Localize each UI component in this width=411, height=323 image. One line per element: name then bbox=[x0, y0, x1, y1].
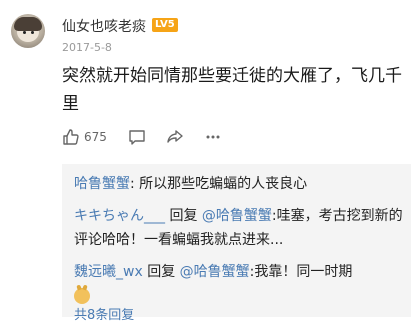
comment-username[interactable]: 仙女也咳老痰 bbox=[62, 16, 146, 36]
like-count: 675 bbox=[84, 130, 107, 144]
more-button[interactable] bbox=[204, 128, 222, 146]
user-avatar[interactable] bbox=[11, 14, 45, 48]
reply-item[interactable]: キキちゃん___ 回复 @哈鲁蟹蟹:哇塞，考古挖到新的评论哈哈！一看蝙蝠我就点进… bbox=[74, 204, 404, 252]
reply-author[interactable]: キキちゃん___ bbox=[74, 208, 165, 224]
reply-author[interactable]: 魏远曦_wx bbox=[74, 264, 143, 280]
comment-date: 2017-5-8 bbox=[62, 41, 112, 54]
reply-author[interactable]: 哈鲁蟹蟹 bbox=[74, 176, 130, 192]
more-icon bbox=[204, 128, 222, 146]
reply-item[interactable]: 哈鲁蟹蟹: 所以那些吃蝙蝠的人丧良心 bbox=[74, 172, 404, 196]
cat-emoji-icon bbox=[74, 288, 90, 304]
reply-item[interactable]: 魏远曦_wx 回复 @哈鲁蟹蟹:我靠！同一时期 bbox=[74, 260, 404, 308]
avatar-eye bbox=[31, 31, 34, 34]
reply-word: 回复 bbox=[165, 208, 202, 224]
avatar-eye bbox=[23, 31, 26, 34]
reply-target[interactable]: @哈鲁蟹蟹 bbox=[180, 264, 250, 280]
reply-text: :我靠！同一时期 bbox=[249, 264, 353, 280]
comment-text: 突然就开始同情那些要迁徙的大雁了，飞几千里 bbox=[62, 66, 402, 114]
comment-button[interactable] bbox=[128, 128, 146, 146]
share-icon bbox=[166, 128, 184, 146]
like-icon bbox=[62, 128, 80, 146]
reply-word: 回复 bbox=[142, 264, 180, 280]
like-button[interactable]: 675 bbox=[62, 128, 107, 146]
reply-box: 哈鲁蟹蟹: 所以那些吃蝙蝠的人丧良心 キキちゃん___ 回复 @哈鲁蟹蟹:哇塞，… bbox=[62, 164, 411, 323]
share-button[interactable] bbox=[166, 128, 184, 146]
reply-text: : 所以那些吃蝙蝠的人丧良心 bbox=[130, 176, 308, 192]
more-replies-link[interactable]: 共8条回复 bbox=[74, 304, 134, 323]
level-badge: LV5 bbox=[152, 18, 178, 32]
comment-icon bbox=[128, 128, 146, 146]
reply-target[interactable]: @哈鲁蟹蟹 bbox=[202, 208, 272, 224]
avatar-hair bbox=[14, 17, 42, 31]
